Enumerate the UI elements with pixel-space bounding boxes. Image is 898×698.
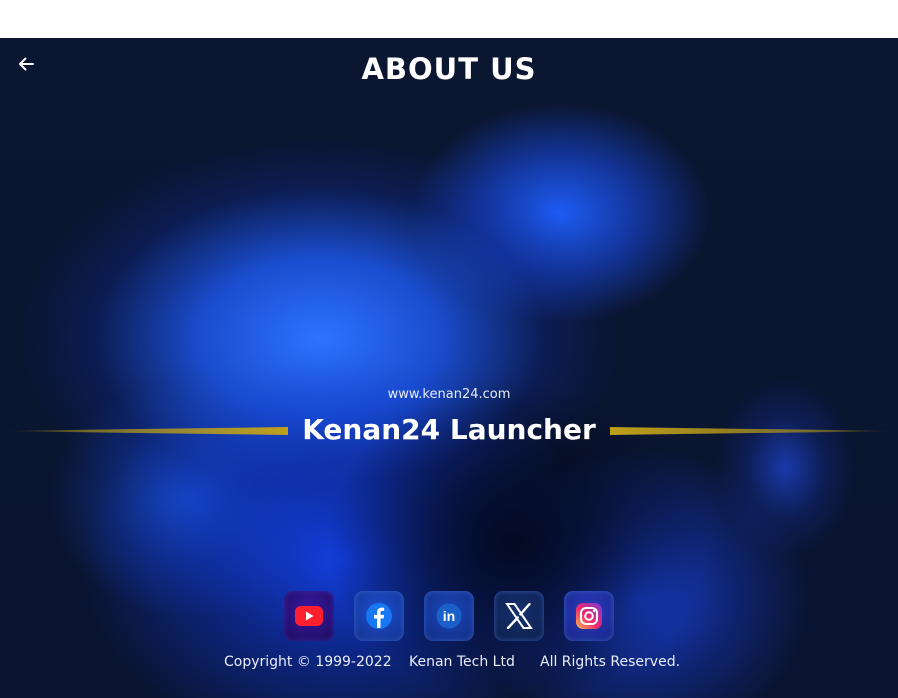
facebook-icon: [366, 603, 392, 629]
facebook-button[interactable]: [354, 591, 404, 641]
instagram-button[interactable]: [564, 591, 614, 641]
youtube-button[interactable]: [284, 591, 334, 641]
company-name: Kenan Tech Ltd: [409, 654, 515, 670]
top-white-strip: [0, 0, 898, 38]
x-icon: [505, 603, 533, 629]
page-title: ABOUT US: [361, 52, 537, 86]
social-links: in: [284, 591, 614, 641]
copyright-text: Copyright © 1999-2022: [224, 654, 392, 670]
rights-text: All Rights Reserved.: [540, 654, 681, 670]
about-screen: ABOUT US www.kenan24.com Kenan24 Launche…: [0, 38, 898, 698]
linkedin-icon: in: [436, 603, 462, 629]
app-name-row: Kenan24 Launcher: [0, 410, 898, 450]
website-link[interactable]: www.kenan24.com: [0, 387, 898, 402]
instagram-icon: [576, 603, 602, 629]
footer: Copyright © 1999-2022 Kenan Tech Ltd All…: [0, 654, 898, 674]
app-name: Kenan24 Launcher: [302, 413, 596, 446]
linkedin-button[interactable]: in: [424, 591, 474, 641]
svg-text:in: in: [443, 608, 455, 624]
youtube-icon: [295, 606, 323, 626]
x-button[interactable]: [494, 591, 544, 641]
